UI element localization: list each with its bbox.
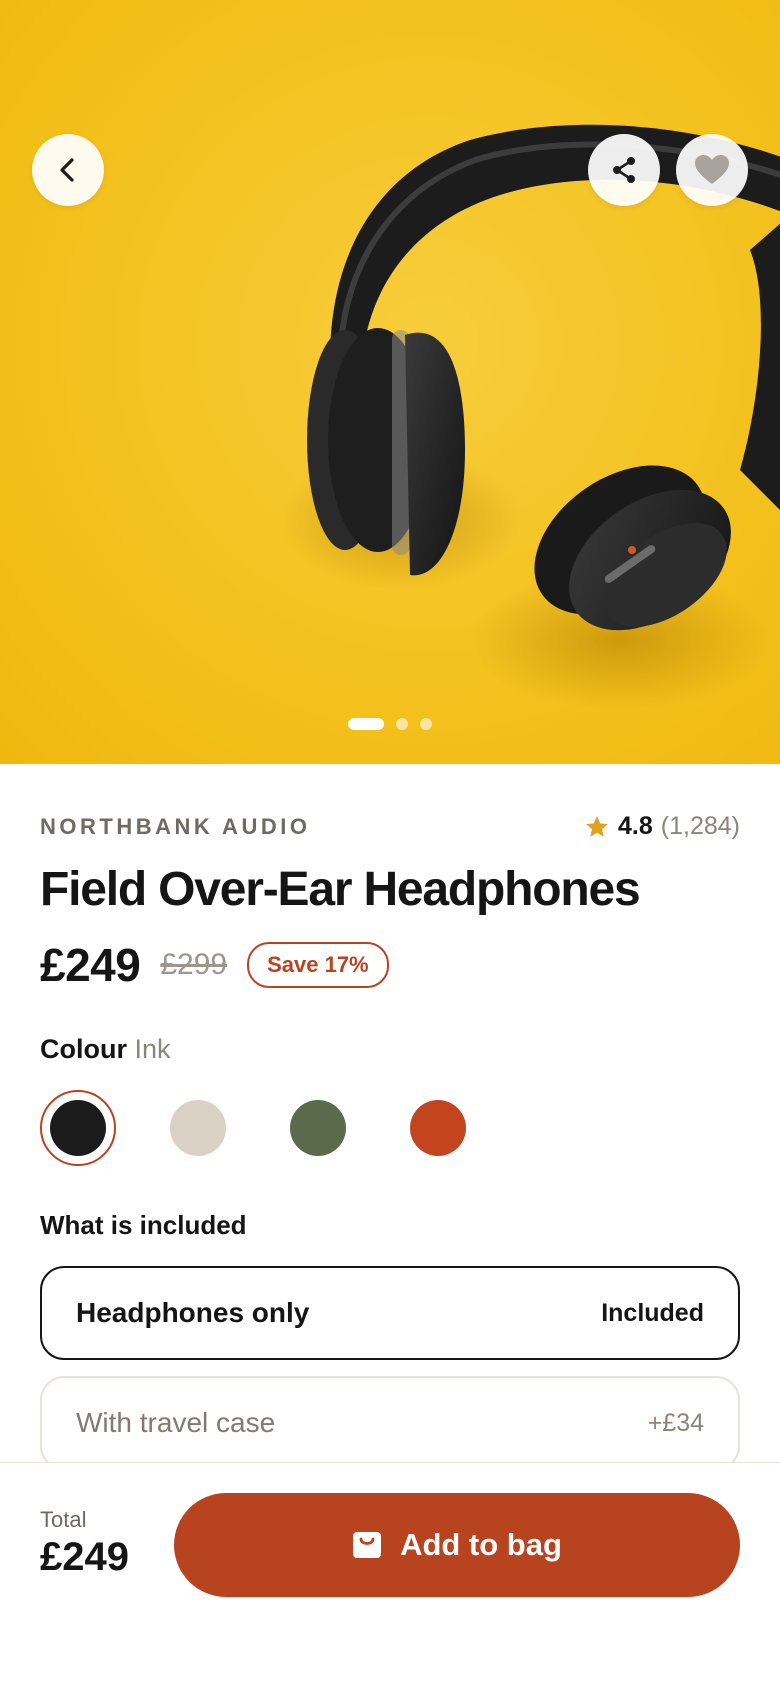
product-image-carousel[interactable] — [0, 0, 780, 764]
chevron-left-icon — [60, 158, 74, 182]
price-row: £249 £299 Save 17% — [40, 938, 389, 992]
star-icon — [586, 815, 608, 837]
brand-rating-row: NORTHBANK AUDIO 4.8 (1,284) — [40, 812, 740, 841]
total-value: £249 — [40, 1535, 129, 1579]
swatch-olive[interactable] — [280, 1090, 356, 1166]
option-headphones-only[interactable]: Headphones only Included — [40, 1266, 740, 1360]
carousel-dot[interactable] — [420, 718, 432, 730]
option-name: With travel case — [76, 1407, 276, 1438]
carousel-dot-active[interactable] — [348, 718, 384, 730]
swatch-color — [50, 1100, 106, 1156]
headphones-product-image — [280, 124, 780, 710]
back-button[interactable] — [32, 134, 104, 206]
carousel-dot[interactable] — [396, 718, 408, 730]
original-price: £299 — [160, 948, 228, 981]
shopping-bag-icon — [353, 1532, 382, 1558]
current-price: £249 — [40, 939, 141, 991]
discount-badge: Save 17% — [247, 942, 389, 988]
heart-icon — [695, 155, 729, 184]
swatch-sand[interactable] — [160, 1090, 236, 1166]
review-count: (1,284) — [660, 812, 740, 840]
option-price: +£34 — [647, 1408, 704, 1437]
swatch-color — [170, 1100, 226, 1156]
swatch-color — [410, 1100, 466, 1156]
brand-name: NORTHBANK AUDIO — [40, 813, 311, 839]
add-to-bag-button[interactable]: Add to bag — [174, 1493, 740, 1597]
product-rating[interactable]: 4.8 (1,284) — [584, 812, 740, 841]
carousel-indicator — [0, 718, 780, 730]
colour-heading: Colour — [40, 1034, 127, 1064]
swatch-color — [290, 1100, 346, 1156]
rating-score: 4.8 — [618, 812, 653, 840]
checkout-bar: Total £249 Add to bag — [0, 1462, 780, 1688]
option-price: Included — [601, 1298, 704, 1327]
add-to-bag-label: Add to bag — [400, 1527, 562, 1562]
share-button[interactable] — [588, 134, 660, 206]
swatch-rust[interactable] — [400, 1090, 476, 1166]
selected-colour-name: Ink — [134, 1034, 171, 1064]
colour-label: Colour Ink — [40, 1034, 171, 1065]
share-icon — [613, 157, 635, 183]
product-title: Field Over-Ear Headphones — [40, 863, 641, 916]
swatch-ink[interactable] — [40, 1090, 116, 1166]
option-travel-case[interactable]: With travel case +£34 — [40, 1376, 740, 1470]
favorite-button[interactable] — [676, 134, 748, 206]
colour-swatches — [40, 1090, 476, 1166]
total-label: Total — [40, 1507, 87, 1532]
included-heading: What is included — [40, 1210, 247, 1240]
option-name: Headphones only — [76, 1297, 310, 1328]
